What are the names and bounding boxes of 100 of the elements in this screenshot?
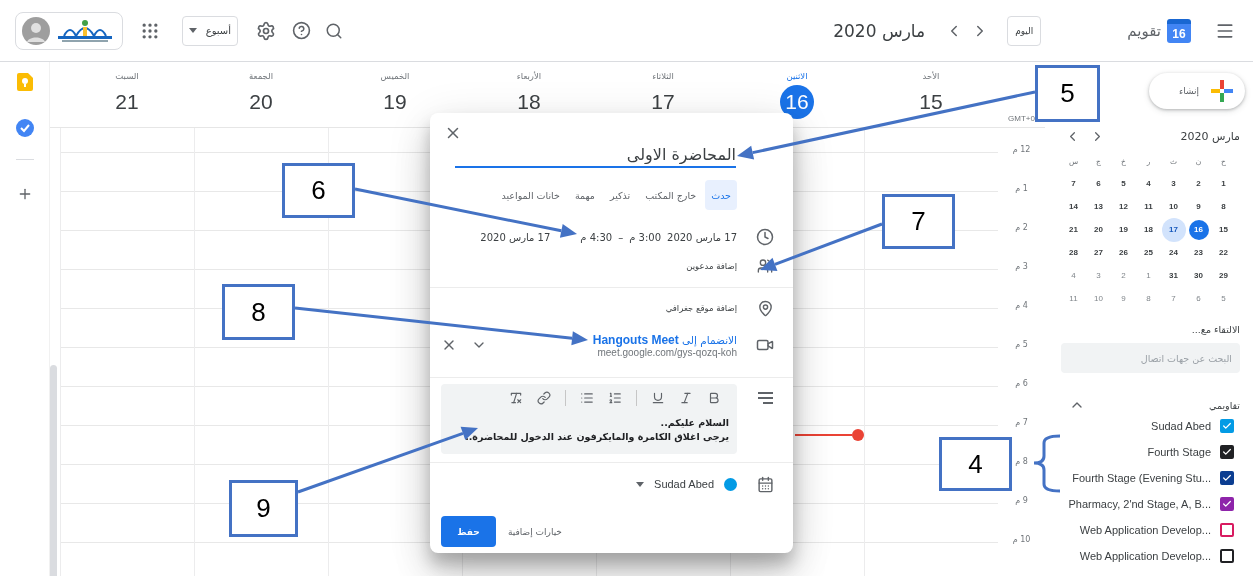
search-icon[interactable] [325, 21, 343, 40]
tab[interactable]: مهمة [568, 180, 601, 210]
date-cell[interactable]: 5 [1113, 173, 1134, 194]
checkbox[interactable] [1220, 419, 1234, 433]
date-cell[interactable]: 31 [1163, 265, 1184, 286]
date-cell[interactable]: 10 [1088, 288, 1109, 309]
date-cell[interactable]: 19 [1113, 219, 1134, 240]
date-cell[interactable]: 1 [1138, 265, 1159, 286]
date-cell[interactable]: 2 [1113, 265, 1134, 286]
date-cell[interactable]: 12 [1113, 196, 1134, 217]
checkbox[interactable] [1220, 549, 1234, 563]
tab[interactable]: خانات المواعيد [495, 180, 566, 210]
check-icon [1222, 499, 1232, 509]
checkbox[interactable] [1220, 445, 1234, 459]
date-cell[interactable]: 29 [1213, 265, 1234, 286]
date-cell[interactable]: 14 [1063, 196, 1084, 217]
callout-number: 4 [939, 437, 1012, 491]
check-icon [1222, 447, 1232, 457]
date-cell[interactable]: 27 [1088, 242, 1109, 263]
calendar-icon[interactable] [756, 475, 774, 493]
view-dropdown[interactable]: أسبوع [182, 15, 238, 46]
date-cell[interactable]: 13 [1088, 196, 1109, 217]
day-number[interactable]: 16 [780, 85, 814, 119]
date-cell[interactable]: 6 [1088, 173, 1109, 194]
date-cell[interactable]: 15 [1213, 219, 1234, 240]
date-cell[interactable]: 9 [1188, 196, 1209, 217]
date-cell[interactable]: 7 [1063, 173, 1084, 194]
help-icon[interactable] [292, 21, 311, 40]
link-icon[interactable] [537, 391, 551, 405]
date-cell[interactable]: 25 [1138, 242, 1159, 263]
day-number[interactable]: 21 [110, 85, 144, 119]
date-cell[interactable]: 4 [1063, 265, 1084, 286]
date-cell[interactable]: 11 [1063, 288, 1084, 309]
date-cell[interactable]: 8 [1138, 288, 1159, 309]
hour-label: 2 م [1015, 223, 1028, 234]
contact-search-field[interactable]: البحث عن جهات اتصال [1061, 343, 1240, 373]
bold-icon[interactable] [707, 391, 721, 405]
date-cell[interactable]: 6 [1188, 288, 1209, 309]
date-cell[interactable]: 2 [1188, 173, 1209, 194]
tasks-icon[interactable] [15, 119, 34, 137]
check-icon [1222, 421, 1232, 431]
location-pin-icon[interactable] [756, 299, 774, 317]
date-cell[interactable]: 4 [1138, 173, 1159, 194]
app-name: تقويم [1127, 21, 1161, 40]
tab[interactable]: تذكير [603, 180, 637, 210]
date-cell[interactable]: 21 [1063, 219, 1084, 240]
description-field[interactable]: السلام عليكم.. يرجى اغلاق الكامرة والمايكرفون عند الدخول للمحاضرة.. [441, 384, 737, 454]
calendar-select[interactable]: Sudad Abed [654, 478, 714, 490]
account-switcher[interactable] [15, 11, 123, 50]
date-cell[interactable]: 1 [1213, 173, 1234, 194]
checkbox[interactable] [1220, 471, 1234, 485]
title-field[interactable]: المحاضرة الاولى [455, 142, 736, 168]
day-number[interactable]: 19 [378, 85, 412, 119]
date-cell[interactable]: 3 [1163, 173, 1184, 194]
date-cell[interactable]: 20 [1088, 219, 1109, 240]
tab[interactable]: حدث [705, 180, 737, 210]
date-cell[interactable]: 17 [1163, 219, 1184, 240]
underline-icon[interactable] [651, 391, 665, 405]
date-cell[interactable]: 22 [1213, 242, 1234, 263]
checkbox[interactable] [1220, 497, 1234, 511]
more-options-button[interactable]: خيارات إضافية [508, 526, 562, 537]
add-guests-text[interactable]: إضافة مدعوين [686, 261, 737, 271]
checkbox[interactable] [1220, 523, 1234, 537]
date-cell[interactable]: 8 [1213, 196, 1234, 217]
avatar[interactable] [22, 16, 50, 45]
date-cell[interactable]: 30 [1188, 265, 1209, 286]
date-cell[interactable]: 5 [1213, 288, 1234, 309]
date-cell[interactable]: 26 [1113, 242, 1134, 263]
date-text[interactable]: 17 مارس 2020 [667, 231, 737, 243]
clear-formatting-icon[interactable] [509, 391, 523, 405]
day-number[interactable]: 15 [914, 85, 948, 119]
hour-label: 8 م [1015, 457, 1028, 468]
date-cell[interactable]: 3 [1088, 265, 1109, 286]
date-cell[interactable]: 18 [1138, 219, 1159, 240]
period-title: مارس 2020 [833, 20, 926, 41]
month-title: مارس 2020 [1180, 130, 1240, 143]
time-text[interactable]: 4:30 م [580, 231, 613, 243]
date-cell[interactable]: 9 [1113, 288, 1134, 309]
date-cell[interactable]: 28 [1063, 242, 1084, 263]
create-button[interactable]: إنشاء [1149, 73, 1245, 109]
date-cell[interactable]: 16 [1188, 219, 1209, 240]
date-cell[interactable]: 7 [1163, 288, 1184, 309]
add-location-text[interactable]: إضافة موقع جغرافي [665, 303, 737, 313]
date-cell[interactable]: 24 [1163, 242, 1184, 263]
date-cell[interactable]: 11 [1138, 196, 1159, 217]
numbered-list-icon[interactable] [608, 391, 622, 405]
tab[interactable]: خارج المكتب [639, 180, 703, 210]
today-button[interactable]: اليوم [1007, 15, 1042, 46]
time-text[interactable]: 3:00 م [629, 231, 661, 243]
save-button[interactable]: حفظ [441, 516, 496, 547]
scrollbar[interactable] [50, 365, 57, 576]
current-time-line [795, 429, 864, 441]
date-text[interactable]: 17 مارس 2020 [480, 231, 551, 243]
day-number[interactable]: 20 [244, 85, 278, 119]
italic-icon[interactable] [679, 391, 693, 405]
bullet-list-icon[interactable] [580, 391, 594, 405]
clock-icon[interactable] [756, 228, 774, 246]
date-cell[interactable]: 10 [1163, 196, 1184, 217]
settings-icon[interactable] [256, 20, 276, 41]
date-cell[interactable]: 23 [1188, 242, 1209, 263]
